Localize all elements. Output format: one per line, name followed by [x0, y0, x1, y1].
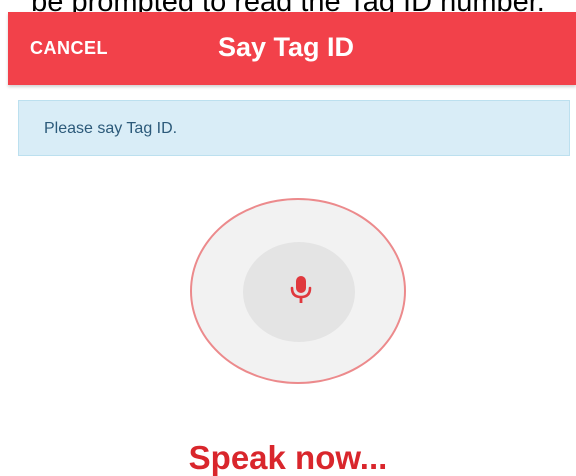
microphone-icon-stem: [299, 297, 303, 303]
page: be prompted to read the Tag ID number. C…: [0, 0, 576, 476]
app-title: Say Tag ID: [218, 32, 355, 62]
microphone-icon: [290, 276, 312, 303]
prompt-text: Please say Tag ID.: [44, 120, 178, 137]
speak-now-status: Speak now...: [188, 439, 388, 476]
microphone-icon-capsule: [296, 276, 306, 293]
cancel-button[interactable]: CANCEL: [30, 12, 108, 85]
prompt-box: Please say Tag ID.: [18, 100, 570, 156]
app-bar: CANCEL Say Tag ID: [8, 12, 576, 85]
